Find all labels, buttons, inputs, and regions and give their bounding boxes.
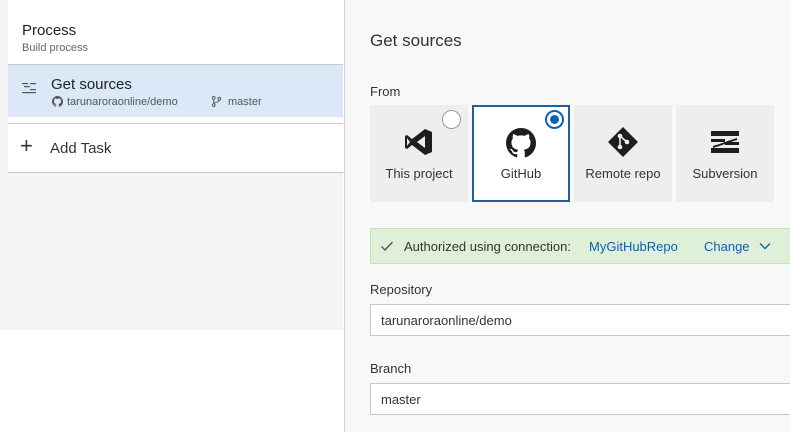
task-repo: tarunaroraonline/demo: [67, 96, 178, 108]
radio-this-project[interactable]: [442, 110, 461, 129]
connection-link[interactable]: MyGitHubRepo: [589, 239, 678, 254]
process-panel: Process Build process Get sources taruna…: [0, 0, 345, 432]
source-label: Subversion: [692, 166, 758, 181]
plus-icon: +: [20, 133, 33, 158]
check-icon: [381, 241, 394, 252]
add-task-label: Add Task: [50, 140, 112, 157]
branch-input[interactable]: [370, 383, 790, 415]
auth-text: Authorized using connection:: [404, 239, 571, 254]
process-title: Process: [22, 22, 77, 39]
change-connection-button[interactable]: Change: [704, 239, 750, 254]
task-list-icon: [22, 83, 36, 94]
repository-input[interactable]: [370, 304, 790, 336]
visual-studio-icon: [405, 129, 432, 155]
chevron-down-icon[interactable]: [759, 241, 771, 251]
source-this-project[interactable]: This project: [370, 105, 468, 202]
source-remote-repo[interactable]: Remote repo: [574, 105, 672, 202]
process-header[interactable]: Process Build process: [8, 0, 343, 64]
divider: [8, 172, 343, 173]
source-subversion[interactable]: Subversion: [676, 105, 774, 202]
github-icon: [52, 96, 63, 107]
git-icon: [608, 127, 638, 157]
source-label: GitHub: [500, 166, 542, 181]
auth-status-bar: Authorized using connection: MyGitHubRep…: [370, 228, 790, 264]
process-subtitle: Build process: [22, 42, 89, 54]
github-icon: [506, 128, 536, 158]
source-label: Remote repo: [585, 166, 661, 181]
source-label: This project: [385, 166, 453, 181]
source-github[interactable]: GitHub: [472, 105, 570, 202]
branch-label: Branch: [370, 361, 412, 376]
panel-title: Get sources: [370, 31, 462, 50]
empty-area: [0, 172, 343, 330]
task-title: Get sources: [51, 76, 132, 93]
get-sources-panel: Get sources From This project GitHub Rem…: [344, 0, 790, 432]
from-label: From: [370, 84, 401, 99]
task-get-sources[interactable]: Get sources tarunaroraonline/demo master: [8, 65, 343, 117]
radio-github[interactable]: [545, 110, 564, 129]
task-branch: master: [228, 96, 262, 108]
add-task-button[interactable]: + Add Task: [8, 124, 343, 172]
branch-icon: [211, 96, 222, 107]
repository-label: Repository: [370, 282, 433, 297]
subversion-icon: [711, 131, 739, 153]
